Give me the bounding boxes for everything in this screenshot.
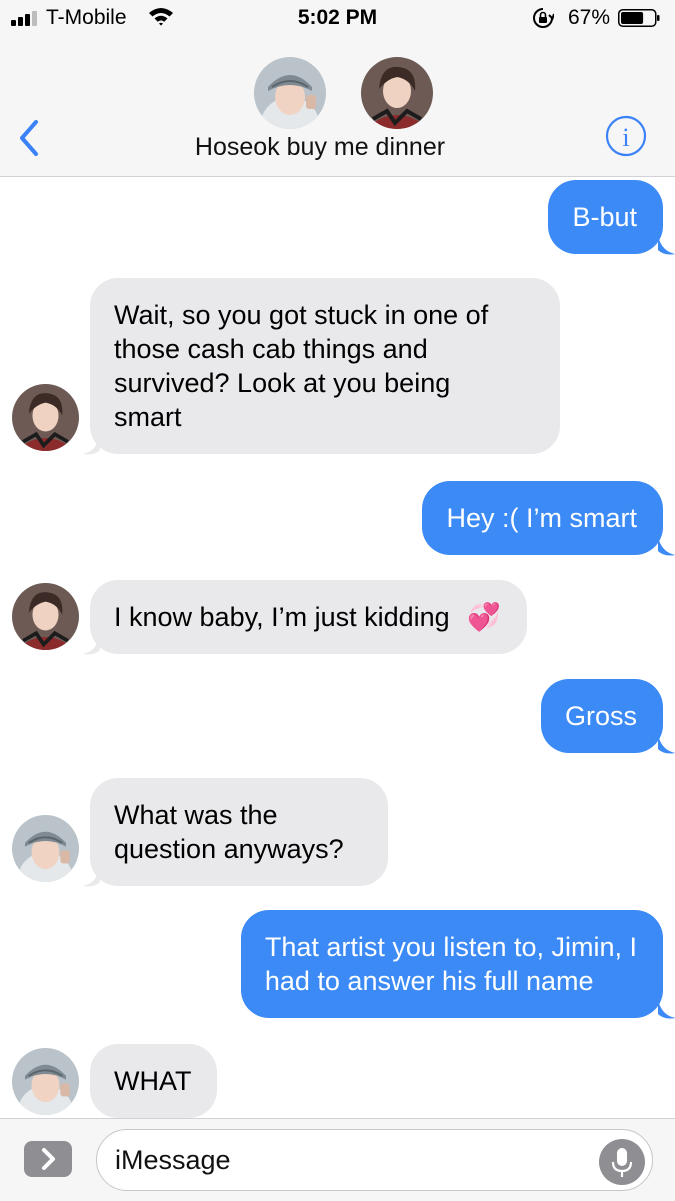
sent-message-bubble[interactable]: Gross	[540, 679, 663, 753]
compose-bar	[0, 1118, 675, 1201]
received-bubble-tail	[82, 436, 100, 455]
sender-avatar-tae[interactable]	[12, 583, 79, 650]
sent-bubble-tail	[658, 735, 675, 754]
received-bubble-tail	[82, 868, 100, 887]
sent-bubble-tail	[658, 537, 675, 556]
message-text-line: question anyways?	[114, 834, 344, 864]
received-bubble-tail	[82, 636, 100, 655]
sent-bubble-tail	[658, 1000, 675, 1019]
message-text-line: What was the	[114, 800, 278, 830]
message-text-line: survived? Look at you being	[114, 368, 451, 398]
message-text-line: smart	[114, 402, 182, 432]
back-chevron-icon[interactable]	[14, 116, 44, 160]
message-text: Gross	[564, 701, 637, 731]
sender-avatar-hoseok[interactable]	[12, 1048, 79, 1115]
two-hearts-emoji: 💞	[467, 602, 501, 632]
message-text-line: had to answer his full name	[264, 966, 594, 996]
participant-avatar-hoseok[interactable]	[254, 57, 326, 129]
info-icon[interactable]: i	[605, 115, 647, 157]
sent-message-bubble[interactable]: Hey :( I’m smart	[422, 481, 663, 555]
message-text-line: Wait, so you got stuck in one of	[114, 300, 489, 330]
sender-avatar-hoseok[interactable]	[12, 815, 79, 882]
message-text: WHAT	[114, 1066, 192, 1096]
message-text: B-but	[572, 202, 637, 232]
conversation-header: T-Mobile 5:02 PM 67% Hoseok buy me dinne…	[0, 0, 675, 177]
rotation-lock-icon	[533, 8, 554, 28]
apps-button[interactable]	[24, 1141, 72, 1177]
microphone-button[interactable]	[599, 1139, 645, 1185]
message-text-line: those cash cab things and	[114, 334, 428, 364]
microphone-icon	[611, 1148, 633, 1177]
received-message-bubble[interactable]: I know baby, I’m just kidding 💞	[90, 580, 527, 654]
conversation-title[interactable]: Hoseok buy me dinner	[0, 133, 640, 162]
svg-text:i: i	[622, 123, 629, 152]
chevron-right-icon	[42, 1148, 55, 1170]
sender-avatar-tae[interactable]	[12, 384, 79, 451]
message-text: Hey :( I’m smart	[446, 503, 637, 533]
received-message-bubble[interactable]: Wait, so you got stuck in one of those c…	[90, 278, 560, 454]
message-text: I know baby, I’m just kidding	[114, 602, 450, 632]
sent-message-bubble[interactable]: B-but	[548, 180, 663, 254]
participant-avatar-tae[interactable]	[361, 57, 433, 129]
battery-icon	[618, 9, 660, 27]
received-message-bubble[interactable]: WHAT	[90, 1044, 218, 1118]
imessage-input[interactable]	[96, 1129, 653, 1191]
message-text-line: That artist you listen to, Jimin, I	[264, 932, 637, 962]
received-message-bubble[interactable]: What was the question anyways?	[90, 778, 388, 886]
sent-message-bubble[interactable]: That artist you listen to, Jimin, I had …	[240, 910, 663, 1018]
battery-percent: 67%	[568, 6, 611, 29]
sent-bubble-tail	[658, 236, 675, 255]
